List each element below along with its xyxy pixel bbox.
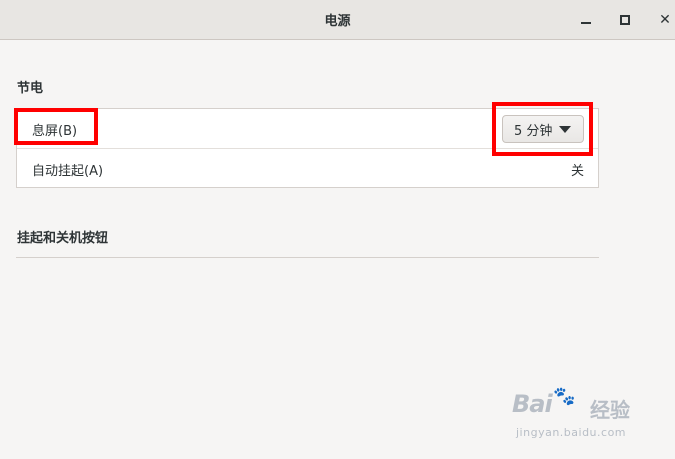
maximize-icon bbox=[620, 15, 630, 25]
watermark-logo-suffix: 经验 bbox=[590, 398, 630, 422]
maximize-button[interactable] bbox=[613, 8, 637, 32]
suspend-power-button-heading: 挂起和关机按钮 bbox=[17, 231, 109, 246]
section-divider bbox=[16, 257, 599, 258]
auto-suspend-value: 关 bbox=[570, 164, 584, 179]
close-button[interactable]: ✕ bbox=[653, 8, 675, 32]
baidu-watermark: Bai 🐾 经验 jingyan.baidu.com bbox=[512, 386, 642, 445]
highlight-box-dropdown bbox=[492, 102, 593, 156]
watermark-logo: Bai bbox=[512, 390, 553, 418]
auto-suspend-label: 自动挂起(A) bbox=[32, 164, 104, 179]
close-icon: ✕ bbox=[659, 12, 671, 28]
minimize-button[interactable] bbox=[574, 8, 598, 32]
highlight-box-label bbox=[14, 108, 98, 145]
paw-icon: 🐾 bbox=[553, 386, 576, 407]
watermark-url: jingyan.baidu.com bbox=[516, 426, 627, 439]
power-saving-heading: 节电 bbox=[17, 81, 44, 96]
title-bar: 电源 ✕ bbox=[0, 0, 675, 40]
minimize-icon bbox=[581, 22, 591, 24]
